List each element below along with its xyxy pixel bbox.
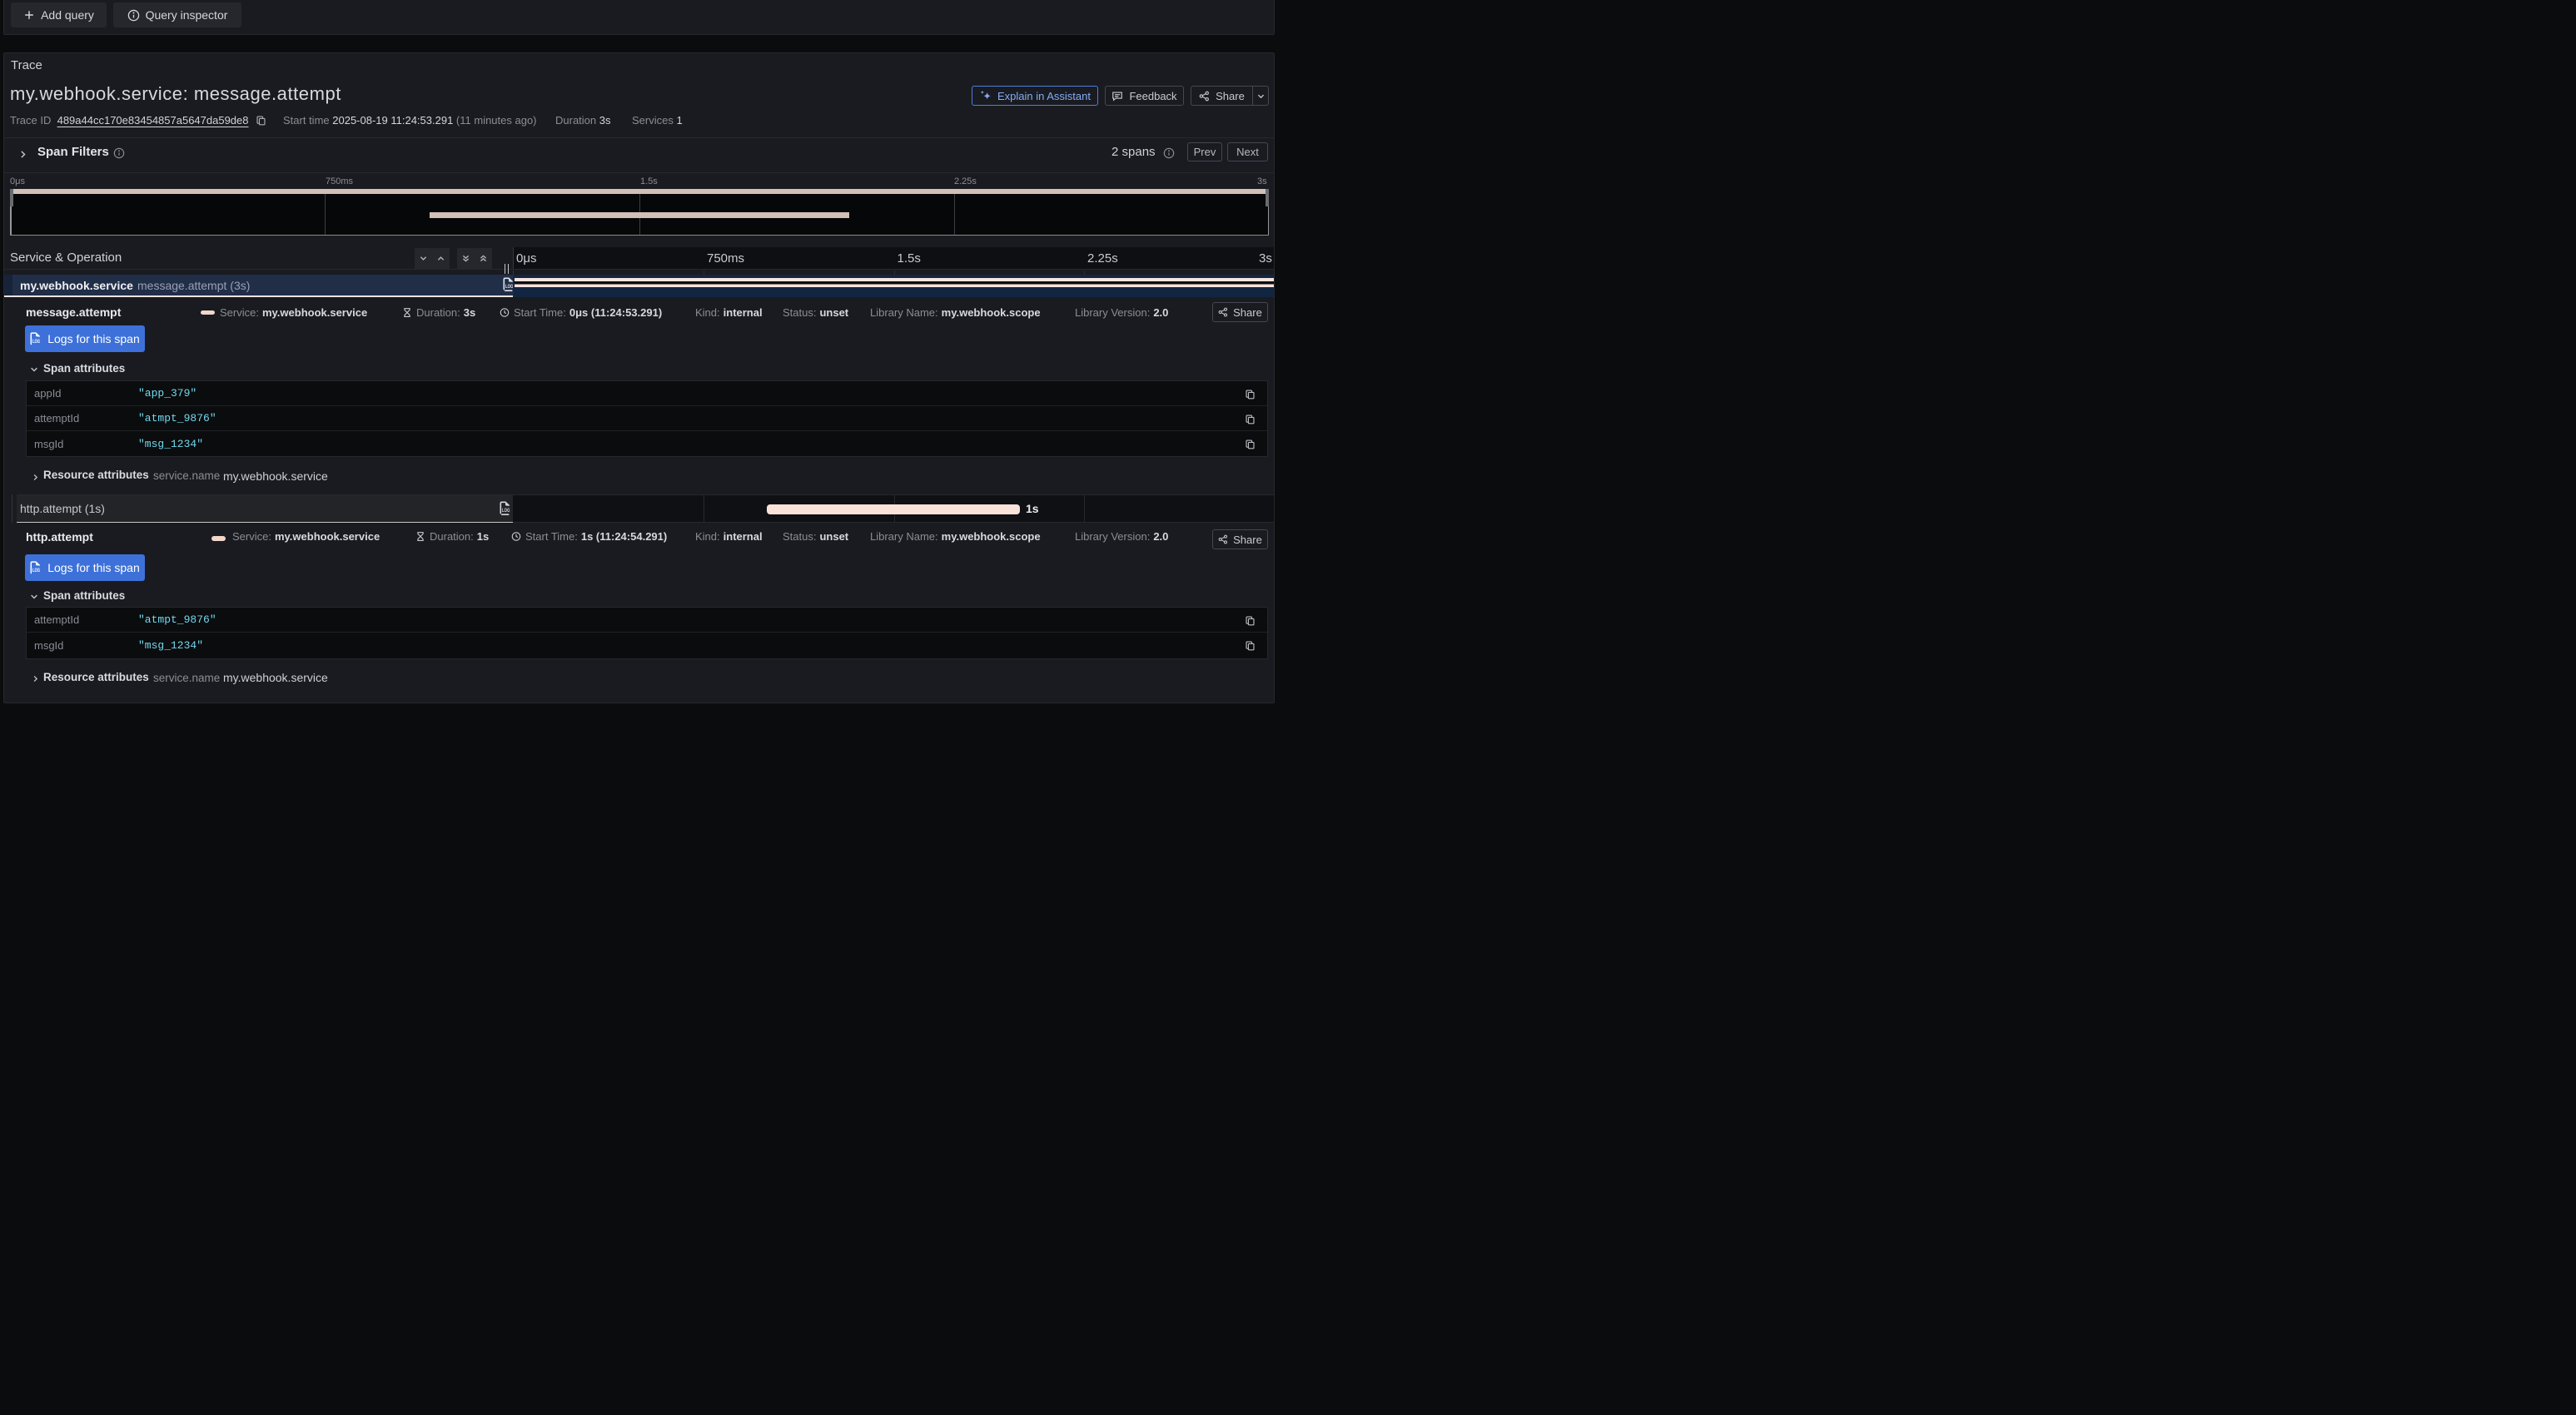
svg-text:LOG: LOG bbox=[32, 568, 40, 573]
svg-text:LOG: LOG bbox=[502, 508, 510, 514]
svg-text:LOG: LOG bbox=[32, 340, 40, 345]
